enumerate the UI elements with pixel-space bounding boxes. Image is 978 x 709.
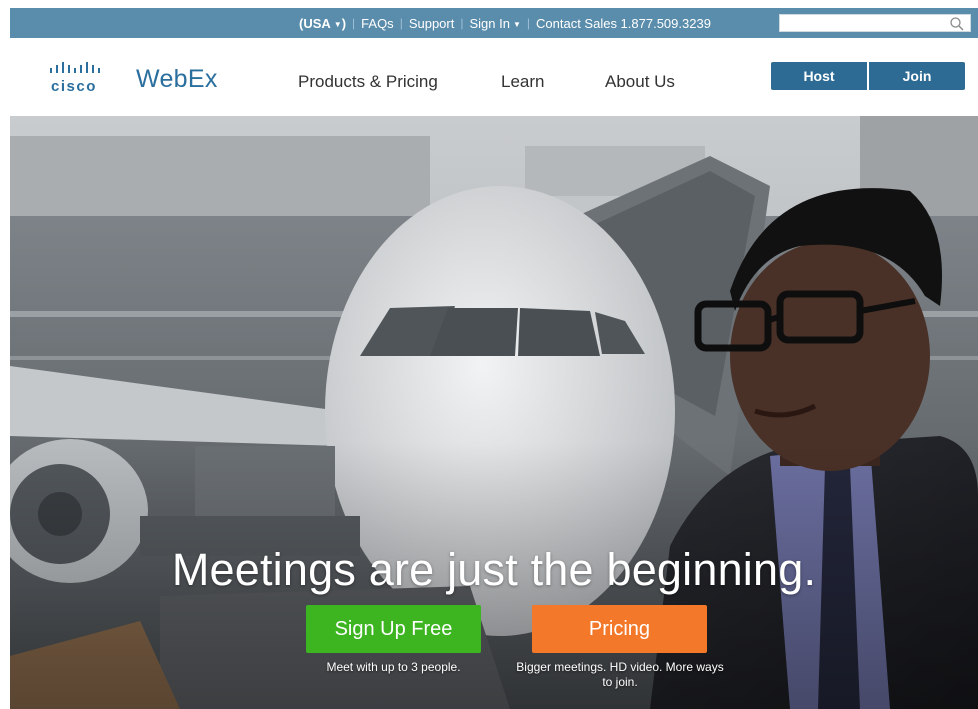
hero-headline: Meetings are just the beginning. [171,544,817,595]
country-selector[interactable]: (USA ▼) [299,16,346,31]
divider: | [526,16,531,30]
divider: | [399,16,403,30]
nav-learn[interactable]: Learn [501,72,544,92]
pricing-caption: Bigger meetings. HD video. More ways to … [516,660,724,689]
chevron-down-icon: ▼ [333,19,342,29]
chevron-down-icon: ▼ [512,19,521,29]
sign-in-label: Sign In [469,15,510,31]
support-link[interactable]: Support [409,16,455,31]
nav-products-pricing[interactable]: Products & Pricing [298,72,438,92]
faqs-link[interactable]: FAQs [361,16,394,31]
utility-links: (USA ▼) | FAQs | Support | Sign In ▼ | Con… [299,8,711,38]
divider: | [352,16,356,30]
host-button[interactable]: Host [771,62,867,90]
search-icon[interactable] [949,16,965,32]
hero-banner: Meetings are just the beginning. Sign Up… [10,116,978,709]
divider: | [460,16,464,30]
sign-in-menu[interactable]: Sign In ▼ [469,16,520,31]
cisco-logo-text: cisco [51,78,97,95]
country-close: ) [341,15,347,31]
search-box[interactable] [779,14,971,32]
contact-sales-link[interactable]: Contact Sales 1.877.509.3239 [536,16,711,31]
top-utility-bar: (USA ▼) | FAQs | Support | Sign In ▼ | Con… [10,8,978,38]
country-label: (USA [299,15,331,31]
pricing-button[interactable]: Pricing [532,605,707,653]
join-button[interactable]: Join [869,62,965,90]
nav-about-us[interactable]: About Us [605,72,675,92]
hero-photo [10,116,978,709]
cisco-logo-icon[interactable]: cisco [48,60,110,96]
site-header: cisco WebEx Products & Pricing Learn Abo… [10,38,978,116]
webex-logo[interactable]: WebEx [136,65,218,94]
sign-up-free-button[interactable]: Sign Up Free [306,605,481,653]
sign-up-caption: Meet with up to 3 people. [326,660,461,674]
